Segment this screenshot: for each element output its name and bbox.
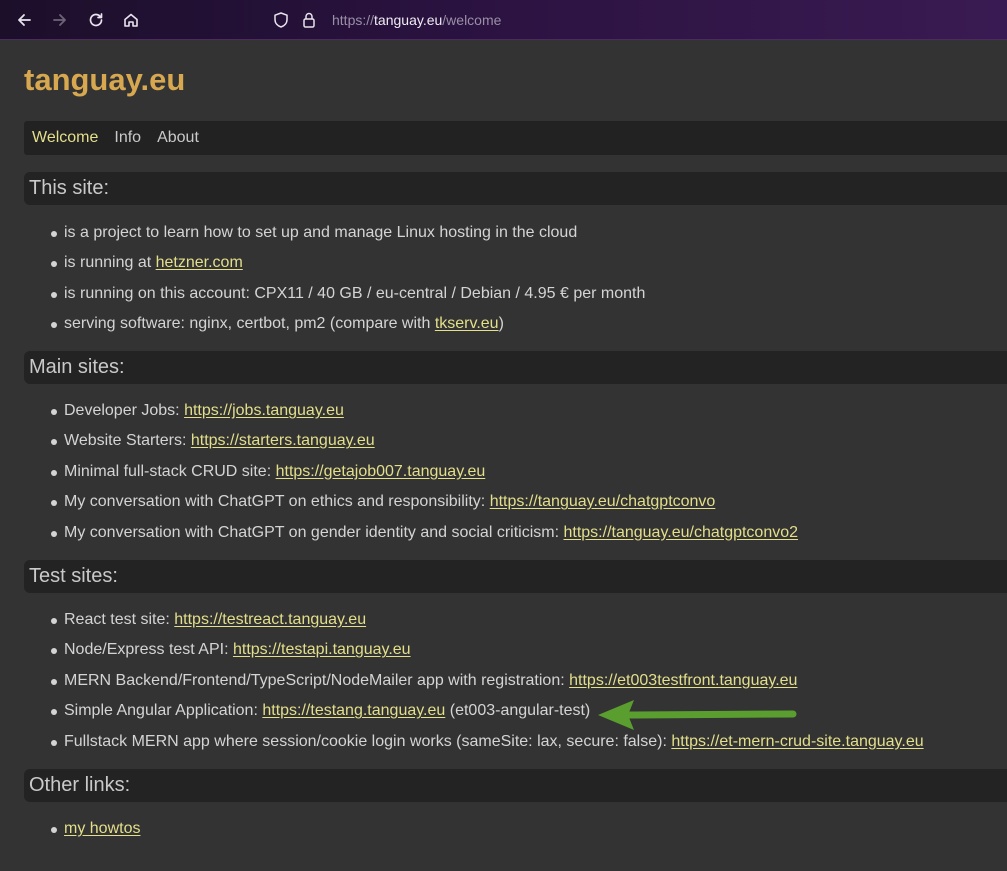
- site-title: tanguay.eu: [24, 62, 186, 97]
- main-sites-list: Developer Jobs: https://jobs.tanguay.eu …: [24, 396, 798, 548]
- item-text: Node/Express test API:: [64, 641, 233, 659]
- list-item: MERN Backend/Frontend/TypeScript/NodeMai…: [24, 666, 924, 696]
- item-text: Simple Angular Application:: [64, 702, 263, 720]
- list-item: is a project to learn how to set up and …: [24, 218, 645, 248]
- section-heading-this-site: This site:: [24, 172, 1007, 205]
- item-text: Minimal full-stack CRUD site:: [64, 462, 276, 480]
- list-item: Minimal full-stack CRUD site: https://ge…: [24, 457, 798, 487]
- link-my-howtos[interactable]: my howtos: [64, 820, 140, 837]
- item-text: Fullstack MERN app where session/cookie …: [64, 732, 672, 750]
- list-item: Node/Express test API: https://testapi.t…: [24, 635, 924, 665]
- link-starters[interactable]: https://starters.tanguay.eu: [191, 432, 375, 449]
- back-button[interactable]: [12, 8, 36, 32]
- list-item: my howtos: [24, 814, 140, 844]
- menu-item-welcome[interactable]: Welcome: [32, 129, 98, 147]
- home-icon: [124, 13, 138, 27]
- url-scheme: https://: [332, 12, 375, 28]
- section-heading-other-links: Other links:: [24, 769, 1007, 802]
- list-item: React test site: https://testreact.tangu…: [24, 605, 924, 635]
- link-getajob[interactable]: https://getajob007.tanguay.eu: [276, 463, 486, 480]
- section-heading-main-sites: Main sites:: [24, 351, 1007, 384]
- section-heading-test-sites: Test sites:: [24, 560, 1007, 593]
- link-hetzner[interactable]: hetzner.com: [156, 254, 243, 271]
- green-arrow-icon: [598, 700, 797, 730]
- forward-button[interactable]: [48, 8, 72, 32]
- item-text: React test site:: [64, 611, 175, 628]
- browser-toolbar: https://tanguay.eu/welcome: [0, 0, 1007, 40]
- this-site-list: is a project to learn how to set up and …: [24, 218, 645, 340]
- reload-icon: [89, 13, 103, 27]
- item-text: Website Starters:: [64, 432, 191, 450]
- item-text: My conversation with ChatGPT on ethics a…: [64, 493, 490, 511]
- list-item: Website Starters: https://starters.tangu…: [24, 426, 798, 456]
- item-text: is a project to learn how to set up and …: [64, 224, 578, 241]
- item-text: MERN Backend/Frontend/TypeScript/NodeMai…: [64, 671, 570, 689]
- forward-icon: [53, 14, 66, 26]
- link-testreact[interactable]: https://testreact.tanguay.eu: [174, 611, 366, 628]
- reload-button[interactable]: [84, 8, 108, 32]
- back-icon: [18, 14, 31, 26]
- list-item: My conversation with ChatGPT on gender i…: [24, 518, 798, 548]
- list-item: is running on this account: CPX11 / 40 G…: [24, 279, 645, 309]
- list-item: Developer Jobs: https://jobs.tanguay.eu: [24, 396, 798, 426]
- shield-icon[interactable]: [272, 11, 290, 29]
- menu-item-info[interactable]: Info: [114, 129, 141, 147]
- list-item: My conversation with ChatGPT on ethics a…: [24, 487, 798, 517]
- other-links-list: my howtos: [24, 814, 140, 844]
- link-testang[interactable]: https://testang.tanguay.eu: [262, 702, 445, 719]
- link-tkserv[interactable]: tkserv.eu: [435, 315, 499, 332]
- menu-item-about[interactable]: About: [157, 129, 199, 147]
- lock-icon[interactable]: [300, 11, 318, 29]
- link-jobs[interactable]: https://jobs.tanguay.eu: [184, 402, 344, 419]
- list-item: serving software: nginx, certbot, pm2 (c…: [24, 309, 645, 339]
- item-text-after: (et003-angular-test): [445, 702, 591, 720]
- item-text: is running on this account: CPX11 / 40 G…: [64, 284, 646, 302]
- link-chatgptconvo[interactable]: https://tanguay.eu/chatgptconvo: [490, 493, 716, 510]
- item-text: My conversation with ChatGPT on gender i…: [64, 523, 564, 541]
- home-button[interactable]: [119, 8, 143, 32]
- main-menu: Welcome Info About: [24, 121, 1007, 155]
- url-path: /welcome: [442, 12, 502, 28]
- item-text: Developer Jobs:: [64, 402, 185, 419]
- item-text: serving software: nginx, certbot, pm2 (c…: [64, 315, 435, 333]
- link-chatgptconvo2[interactable]: https://tanguay.eu/chatgptconvo2: [563, 524, 798, 541]
- item-text: is running at: [64, 254, 156, 272]
- list-item: is running at hetzner.com: [24, 248, 645, 278]
- url-host: tanguay.eu: [374, 12, 443, 28]
- address-bar[interactable]: https://tanguay.eu/welcome: [272, 9, 501, 31]
- link-testapi[interactable]: https://testapi.tanguay.eu: [233, 641, 411, 658]
- link-et003testfront[interactable]: https://et003testfront.tanguay.eu: [569, 672, 797, 689]
- item-text-after: ): [498, 315, 504, 333]
- url-text[interactable]: https://tanguay.eu/welcome: [332, 12, 501, 28]
